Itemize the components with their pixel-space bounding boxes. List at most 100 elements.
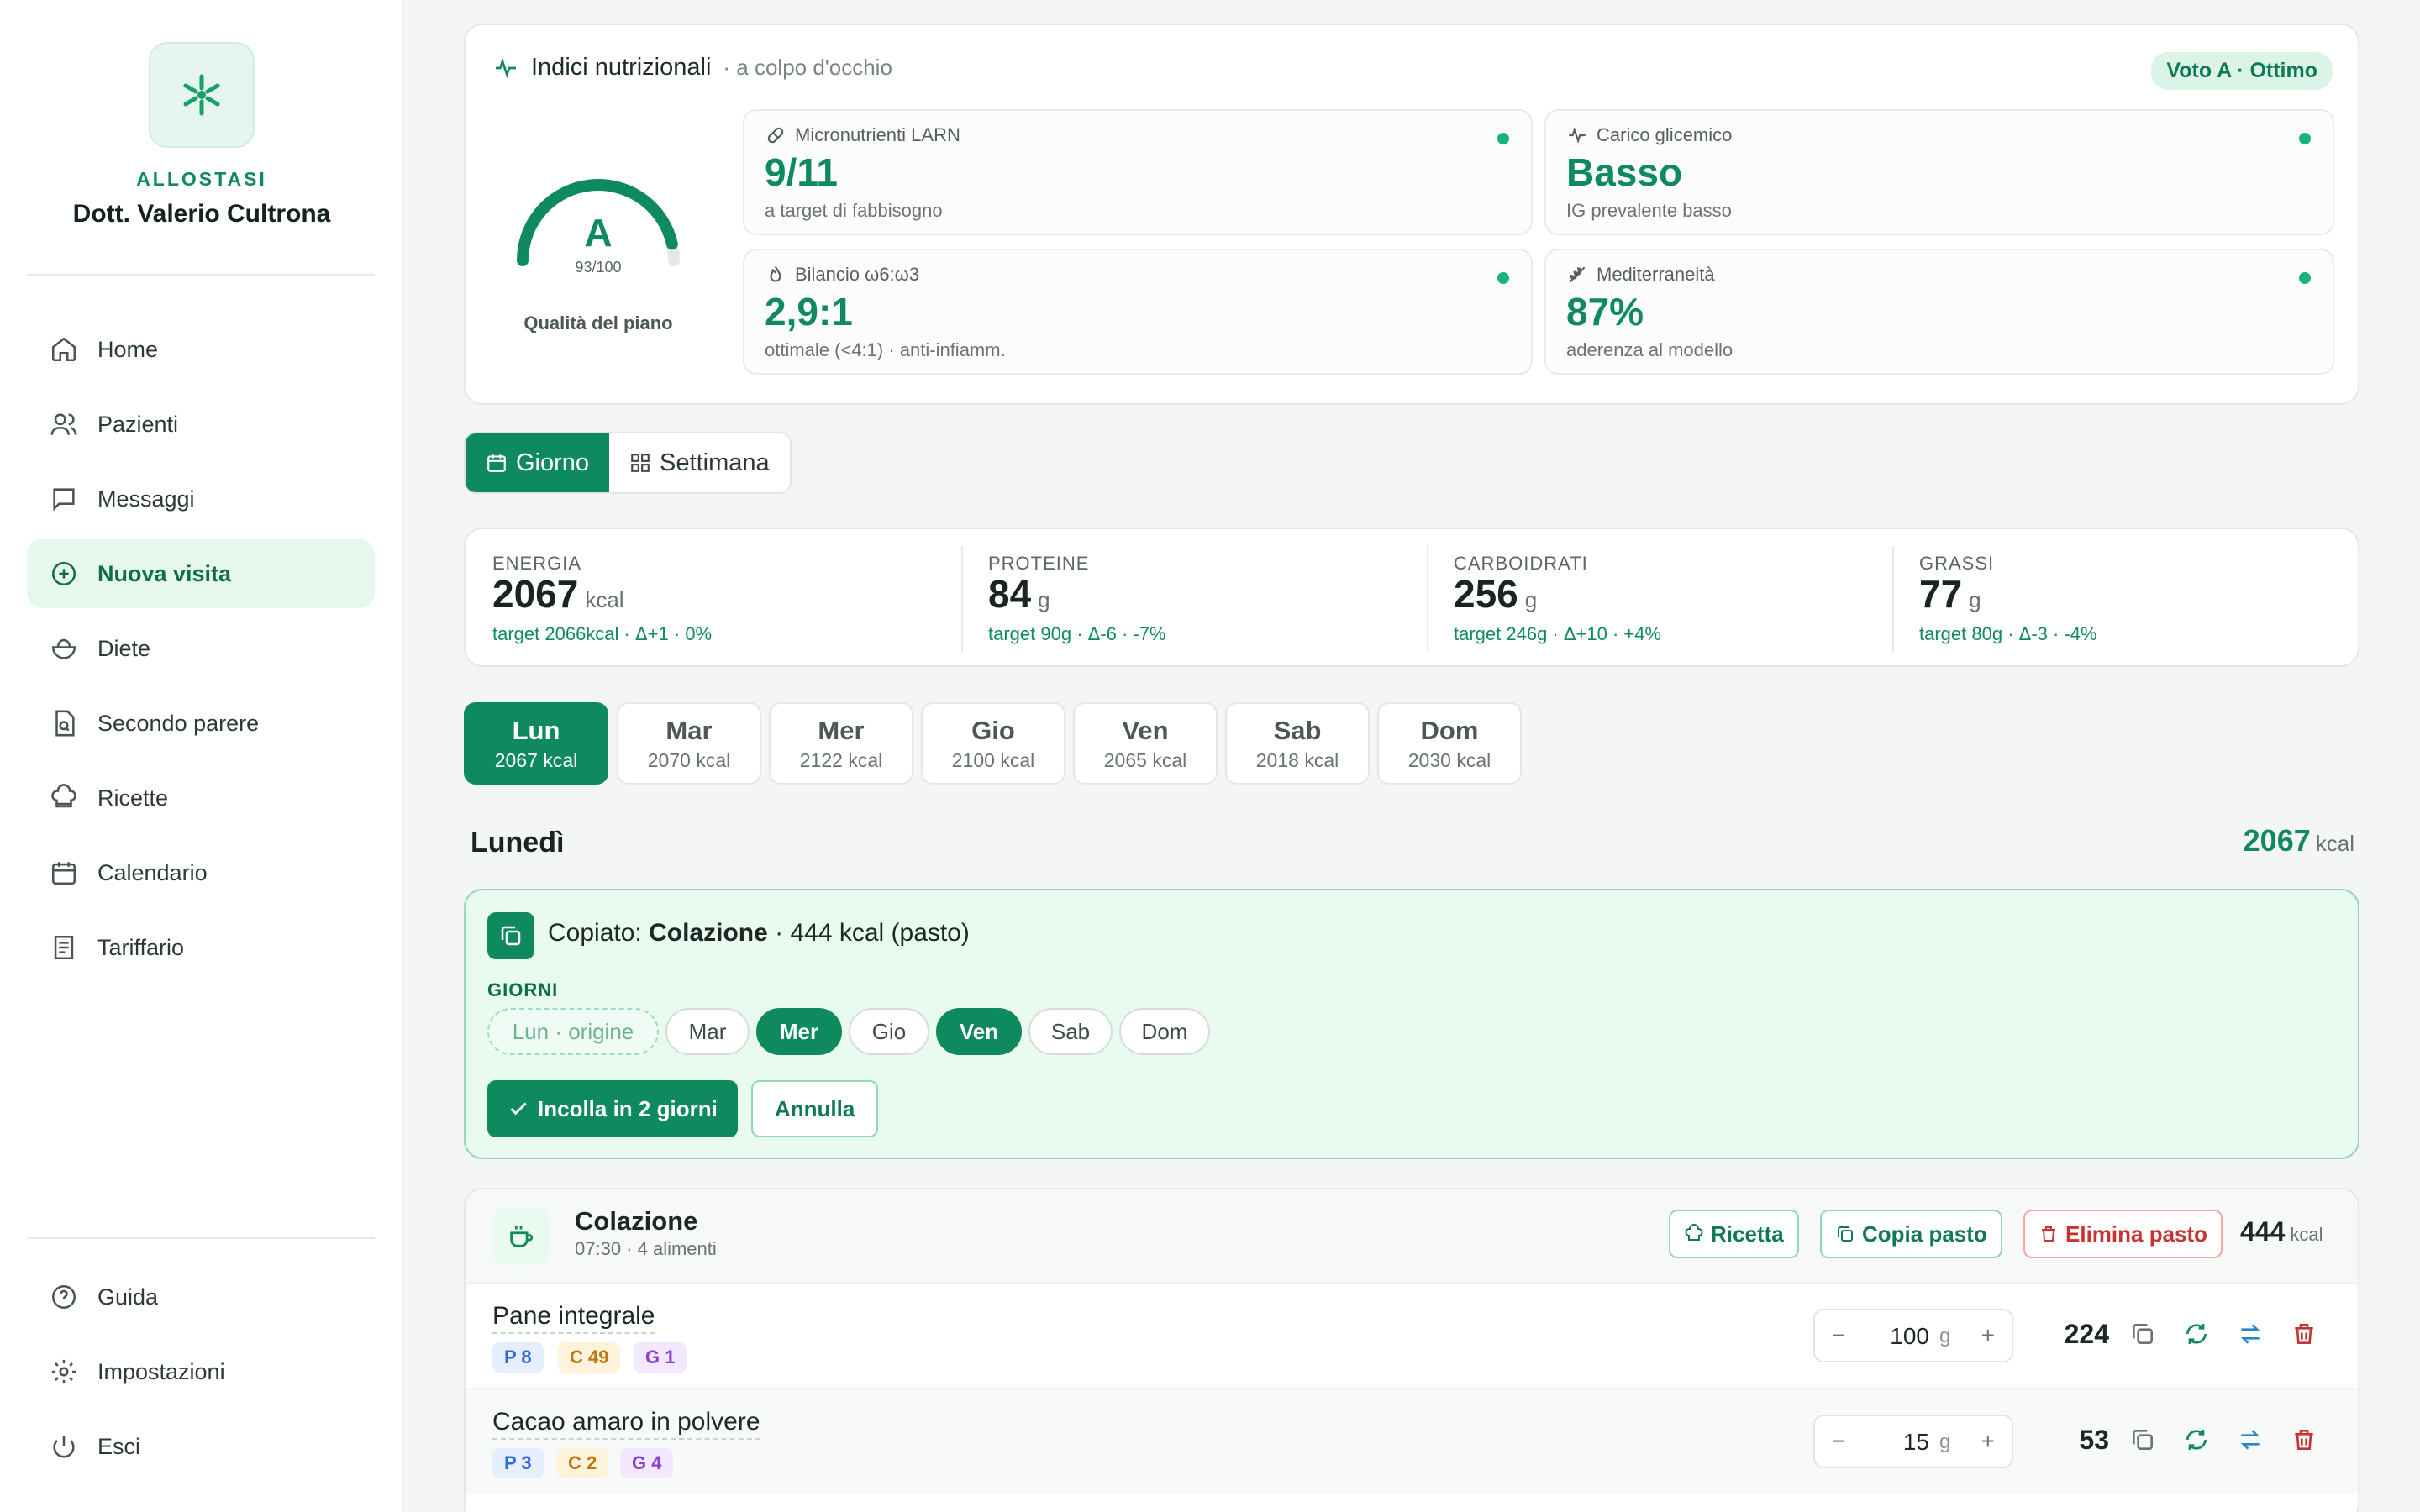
macro-target: target 90g · Δ-6 · -7% <box>988 623 1166 644</box>
message-icon <box>49 484 79 514</box>
paste-button[interactable]: Incolla in 2 giorni <box>487 1080 738 1137</box>
macro-target: target 2066kcal · Δ+1 · 0% <box>492 623 713 644</box>
sidebar-item-secondo-parere[interactable]: Secondo parere <box>27 689 375 758</box>
refresh-icon[interactable] <box>2183 1426 2210 1453</box>
status-dot <box>1497 133 1509 144</box>
sidebar-item-pazienti[interactable]: Pazienti <box>27 390 375 459</box>
day-tab-gio[interactable]: Gio 2100 kcal <box>921 702 1065 785</box>
macro-value: 2067 kcal <box>492 571 624 617</box>
sidebar-item-label: Nuova visita <box>97 560 232 586</box>
macro-unit: g <box>1969 587 1981 612</box>
sidebar-item-label: Home <box>97 336 159 362</box>
macro-number: 77 <box>1919 572 1963 616</box>
day-tab-mer[interactable]: Mer 2122 kcal <box>769 702 913 785</box>
carb-tag: C 2 <box>556 1448 609 1478</box>
minus-icon[interactable]: − <box>1832 1428 1845 1455</box>
day-chip-lun: Lun · origine <box>487 1008 659 1055</box>
food-name[interactable]: Cacao amaro in polvere <box>492 1408 760 1440</box>
plus-icon[interactable]: + <box>1981 1322 1995 1349</box>
indices-subtitle: · a colpo d'occhio <box>723 55 892 80</box>
swap-icon[interactable] <box>2237 1320 2264 1347</box>
day-chip-sab[interactable]: Sab <box>1028 1008 1113 1055</box>
quantity-value[interactable]: 100 <box>1887 1323 1929 1350</box>
tab-label: Giorno <box>516 449 590 476</box>
check-icon <box>510 1102 527 1116</box>
sidebar-item-esci[interactable]: Esci <box>27 1412 375 1481</box>
brand-name: ALLOSTASI <box>136 168 267 190</box>
tile-label: Bilancio ω6:ω3 <box>795 264 920 285</box>
macro-number: 84 <box>988 572 1032 616</box>
day-name: Mer <box>818 716 865 745</box>
tab-giorno[interactable]: Giorno <box>466 433 610 492</box>
day-kcal: 2067 kcal <box>494 749 578 771</box>
day-chip-ven[interactable]: Ven <box>936 1008 1022 1055</box>
sidebar-item-nuova-visita[interactable]: Nuova visita <box>27 539 375 608</box>
duplicate-icon[interactable] <box>2129 1426 2156 1453</box>
food-name[interactable]: Pane integrale <box>492 1302 655 1334</box>
day-tab-mar[interactable]: Mar 2070 kcal <box>617 702 761 785</box>
receipt-icon <box>49 932 79 963</box>
recipe-button[interactable]: Ricetta <box>1669 1210 1799 1258</box>
minus-icon[interactable]: − <box>1832 1322 1845 1349</box>
macro-value: 256 g <box>1454 571 1537 617</box>
sidebar-divider <box>27 274 375 276</box>
day-tab-dom[interactable]: Dom 2030 kcal <box>1377 702 1522 785</box>
sidebar-item-home[interactable]: Home <box>27 315 375 384</box>
sidebar-item-ricette[interactable]: Ricette <box>27 764 375 832</box>
meal-card-colazione: Colazione 07:30 · 4 alimenti Ricetta Cop… <box>464 1188 2360 1512</box>
sidebar-item-calendario[interactable]: Calendario <box>27 838 375 907</box>
copy-meal-button[interactable]: Copia pasto <box>1820 1210 2002 1258</box>
day-tab-ven[interactable]: Ven 2065 kcal <box>1073 702 1218 785</box>
sidebar-item-label: Diete <box>97 635 151 661</box>
duplicate-icon[interactable] <box>2129 1320 2156 1347</box>
sidebar-item-tariffario[interactable]: Tariffario <box>27 913 375 982</box>
copy-meal-label: Copia pasto <box>1862 1221 1987 1247</box>
plus-icon[interactable]: + <box>1981 1428 1995 1455</box>
fat-tag: G 4 <box>620 1448 674 1478</box>
macro-target: target 246g · Δ+10 · +4% <box>1454 623 1662 644</box>
tile-label: Micronutrienti LARN <box>795 124 960 145</box>
gauge-grade: A <box>584 211 613 255</box>
day-chip-mer[interactable]: Mer <box>756 1008 842 1055</box>
app-logo[interactable] <box>149 42 255 148</box>
meal-kcal-number: 444 <box>2240 1216 2286 1247</box>
sidebar-item-label: Calendario <box>97 859 208 885</box>
food-kcal: 224 <box>2064 1319 2109 1349</box>
day-tab-lun[interactable]: Lun 2067 kcal <box>464 702 608 785</box>
day-tab-sab[interactable]: Sab 2018 kcal <box>1225 702 1370 785</box>
sidebar-item-guida[interactable]: Guida <box>27 1263 375 1331</box>
macro-unit: g <box>1038 587 1050 612</box>
paste-label: Incolla in 2 giorni <box>538 1095 718 1121</box>
tile-omega-balance: Bilancio ω6:ω3 2,9:1 ottimale (<4:1) · a… <box>743 249 1533 375</box>
quantity-value[interactable]: 15 <box>1887 1429 1929 1456</box>
macro-unit: kcal <box>585 587 624 612</box>
calendar-icon <box>487 454 506 472</box>
sidebar-item-label: Impostazioni <box>97 1358 225 1384</box>
day-chip-mar[interactable]: Mar <box>666 1008 750 1055</box>
day-kcal: 2030 kcal <box>1407 749 1491 771</box>
delete-meal-button[interactable]: Elimina pasto <box>2023 1210 2223 1258</box>
trash-icon[interactable] <box>2291 1320 2317 1347</box>
swap-icon[interactable] <box>2237 1426 2264 1453</box>
doctor-name: Dott. Valerio Cultrona <box>72 200 331 228</box>
meal-sub: 07:30 · 4 alimenti <box>575 1238 717 1259</box>
refresh-icon[interactable] <box>2183 1320 2210 1347</box>
tab-settimana[interactable]: Settimana <box>609 433 790 492</box>
sidebar-item-messaggi[interactable]: Messaggi <box>27 465 375 533</box>
sidebar-item-diete[interactable]: Diete <box>27 614 375 683</box>
copy-suffix: · 444 kcal (pasto) <box>775 919 970 947</box>
tile-micronutrients: Micronutrienti LARN 9/11 a target di fab… <box>743 109 1533 235</box>
activity-icon <box>1569 127 1586 144</box>
trash-icon[interactable] <box>2291 1426 2317 1453</box>
day-chip-gio[interactable]: Gio <box>849 1008 929 1055</box>
copy-meal-panel: Copiato: Colazione · 444 kcal (pasto) GI… <box>464 889 2360 1159</box>
meal-kcal: 444 kcal <box>2240 1216 2323 1247</box>
sidebar-item-impostazioni[interactable]: Impostazioni <box>27 1337 375 1406</box>
day-chip-dom[interactable]: Dom <box>1119 1008 1210 1055</box>
meal-title: Colazione <box>575 1206 698 1236</box>
food-kcal: 53 <box>2079 1425 2109 1455</box>
meal-kcal-unit: kcal <box>2290 1224 2323 1245</box>
grade-badge: Voto A · Ottimo <box>2151 52 2333 90</box>
cancel-button[interactable]: Annulla <box>751 1080 879 1137</box>
tile-label: Mediterraneità <box>1597 264 1715 285</box>
